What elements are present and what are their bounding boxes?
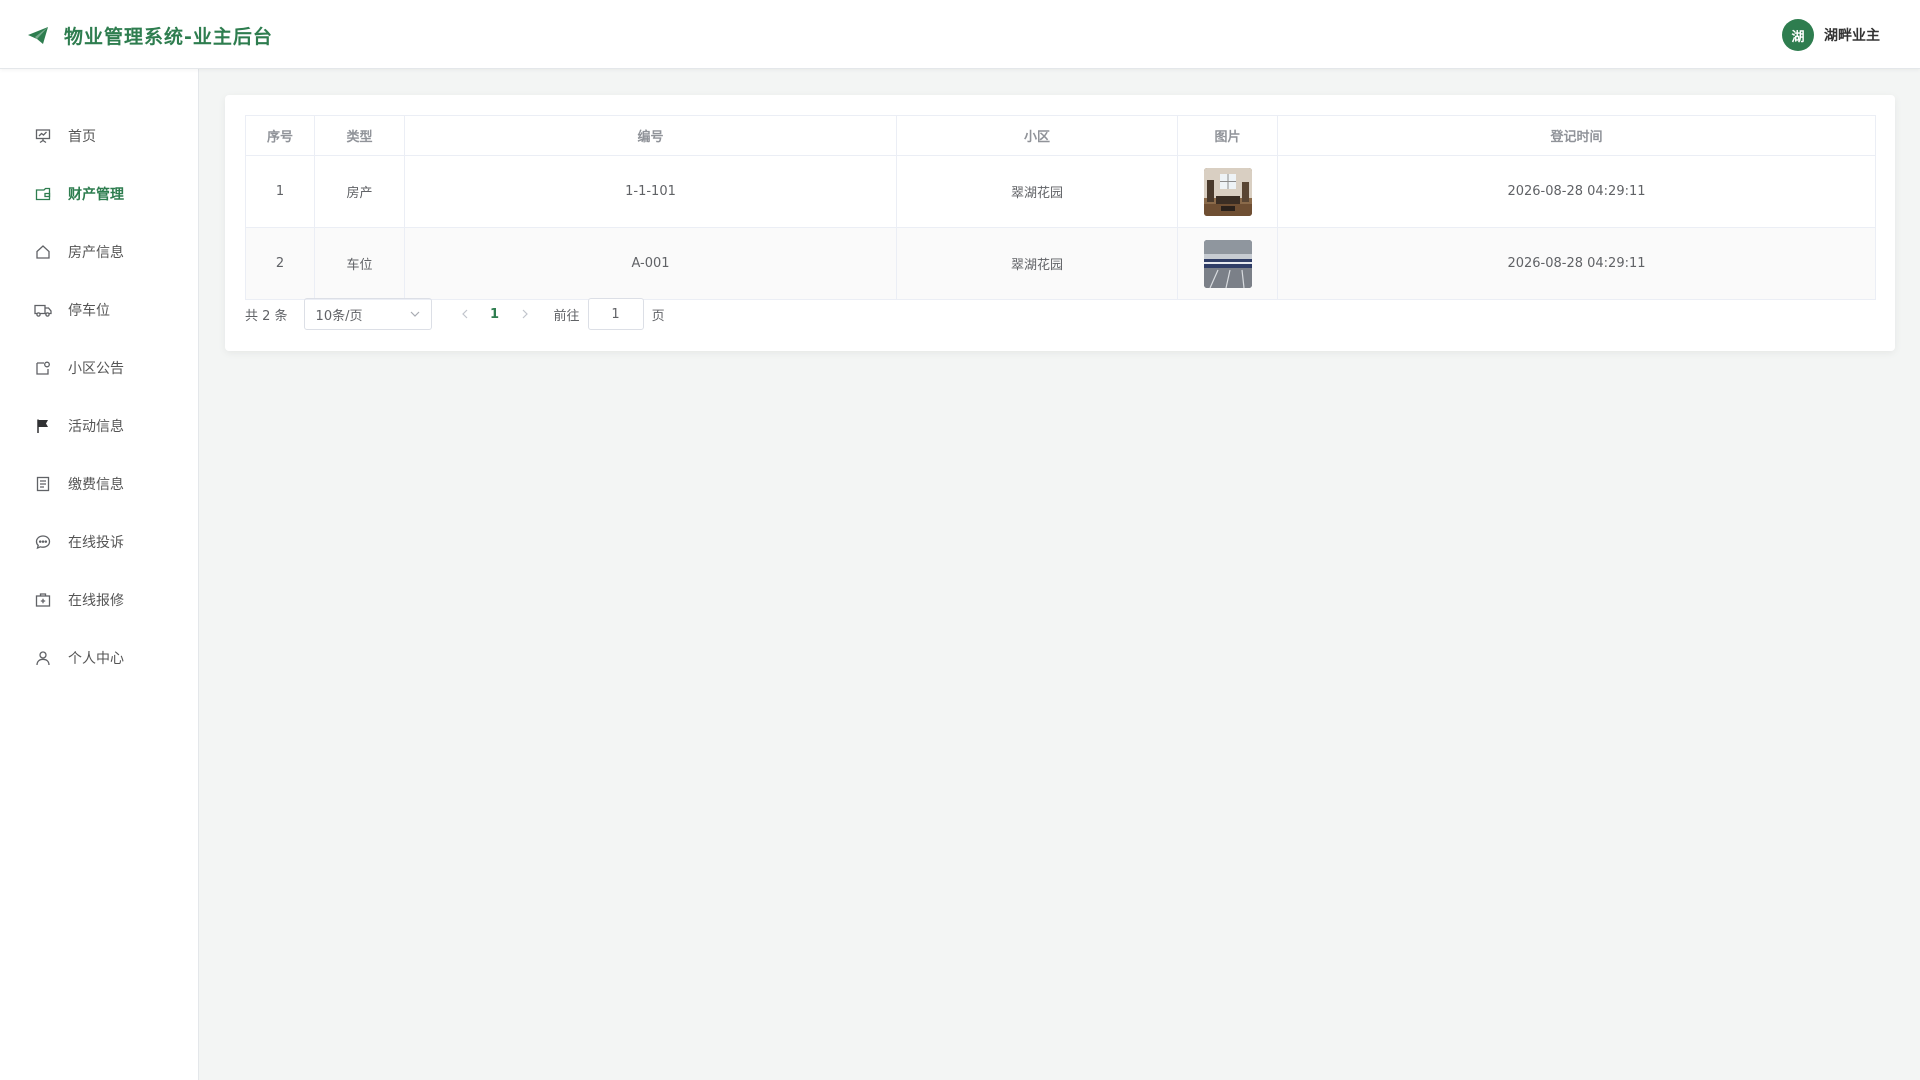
sidebar-item-property-management[interactable]: 财产管理	[0, 174, 198, 214]
top-header: 物业管理系统-业主后台 湖 湖畔业主	[0, 0, 1920, 69]
sidebar: 首页 财产管理 房产信息 停车位 小区公告 活动信息 缴费信息 在线投诉 在线报…	[0, 69, 199, 1080]
room-interior-photo[interactable]	[1203, 167, 1252, 216]
prev-page-button[interactable]	[450, 298, 480, 330]
column-header-community[interactable]: 小区	[896, 115, 1178, 156]
page-size-select[interactable]: 10条/页	[303, 298, 432, 330]
sidebar-item-label: 小区公告	[68, 361, 124, 377]
sidebar-item-label: 在线报修	[68, 593, 124, 609]
cell-community: 翠湖花园	[896, 227, 1178, 300]
sidebar-item-label: 个人中心	[68, 651, 124, 667]
goto-page-input[interactable]	[587, 298, 644, 330]
sidebar-item-activities[interactable]: 活动信息	[0, 406, 198, 446]
cell-index: 1	[245, 155, 315, 228]
cell-index: 2	[245, 227, 315, 300]
flag-icon	[34, 417, 52, 435]
page-number-current[interactable]: 1	[480, 298, 510, 330]
column-header-register-time[interactable]: 登记时间	[1277, 115, 1876, 156]
sidebar-item-label: 缴费信息	[68, 477, 124, 493]
total-count: 共 2 条	[245, 308, 288, 324]
username[interactable]: 湖畔业主	[1824, 25, 1880, 45]
user-icon	[34, 649, 52, 667]
cell-image	[1177, 155, 1278, 228]
cell-type: 车位	[314, 227, 405, 300]
column-header-image[interactable]: 图片	[1177, 115, 1278, 156]
table-row[interactable]: 2 车位 A-001 翠湖花园 2026-08-28 04:29:11	[245, 227, 1876, 300]
page-suffix-label: 页	[651, 308, 665, 324]
property-table: 序号 类型 编号 小区 图片 登记时间 1 房产 1-1-101 翠湖花园 20…	[245, 115, 1876, 300]
cell-community: 翠湖花园	[896, 155, 1178, 228]
pagination: 共 2 条 10条/页 1 前往 页	[245, 298, 665, 330]
goto-label: 前往	[553, 308, 580, 324]
sidebar-item-home[interactable]: 首页	[0, 116, 198, 156]
page-size-value: 10条/页	[315, 308, 363, 324]
sidebar-item-house-info[interactable]: 房产信息	[0, 232, 198, 272]
chat-bubble-icon	[34, 533, 52, 551]
chevron-down-icon	[409, 308, 421, 324]
sidebar-item-label: 停车位	[68, 303, 110, 319]
sidebar-item-label: 在线投诉	[68, 535, 124, 551]
paper-plane-icon	[26, 24, 50, 48]
sidebar-item-label: 房产信息	[68, 245, 124, 261]
goto-page: 前往 页	[554, 298, 665, 330]
sidebar-item-repairs[interactable]: 在线报修	[0, 580, 198, 620]
cell-code: A-001	[404, 227, 897, 300]
sidebar-item-complaints[interactable]: 在线投诉	[0, 522, 198, 562]
avatar[interactable]: 湖	[1782, 19, 1814, 51]
sidebar-item-notice[interactable]: 小区公告	[0, 348, 198, 388]
wallet-icon	[34, 185, 52, 203]
parking-space-photo[interactable]	[1203, 239, 1252, 288]
column-header-code[interactable]: 编号	[404, 115, 897, 156]
sidebar-item-label: 活动信息	[68, 419, 124, 435]
sidebar-item-parking[interactable]: 停车位	[0, 290, 198, 330]
column-header-index[interactable]: 序号	[245, 115, 315, 156]
cell-register-time: 2026-08-28 04:29:11	[1277, 227, 1876, 300]
property-list-card: 序号 类型 编号 小区 图片 登记时间 1 房产 1-1-101 翠湖花园 20…	[225, 95, 1895, 351]
sidebar-item-payments[interactable]: 缴费信息	[0, 464, 198, 504]
cell-type: 房产	[314, 155, 405, 228]
brand[interactable]: 物业管理系统-业主后台	[26, 22, 273, 49]
cell-code: 1-1-101	[404, 155, 897, 228]
column-header-type[interactable]: 类型	[314, 115, 405, 156]
next-page-button[interactable]	[510, 298, 540, 330]
cell-image	[1177, 227, 1278, 300]
truck-icon	[34, 301, 52, 319]
sidebar-item-label: 首页	[68, 129, 96, 145]
user-menu[interactable]: 湖 湖畔业主	[1782, 19, 1880, 51]
app-title: 物业管理系统-业主后台	[64, 26, 273, 48]
house-icon	[34, 243, 52, 261]
notice-icon	[34, 359, 52, 377]
first-aid-kit-icon	[34, 591, 52, 609]
presentation-board-icon	[34, 127, 52, 145]
cell-register-time: 2026-08-28 04:29:11	[1277, 155, 1876, 228]
table-row[interactable]: 1 房产 1-1-101 翠湖花园 2026-08-28 04:29:11	[245, 155, 1876, 228]
sidebar-item-label: 财产管理	[68, 187, 124, 203]
table-header-row: 序号 类型 编号 小区 图片 登记时间	[245, 115, 1876, 156]
sidebar-item-profile[interactable]: 个人中心	[0, 638, 198, 678]
document-icon	[34, 475, 52, 493]
